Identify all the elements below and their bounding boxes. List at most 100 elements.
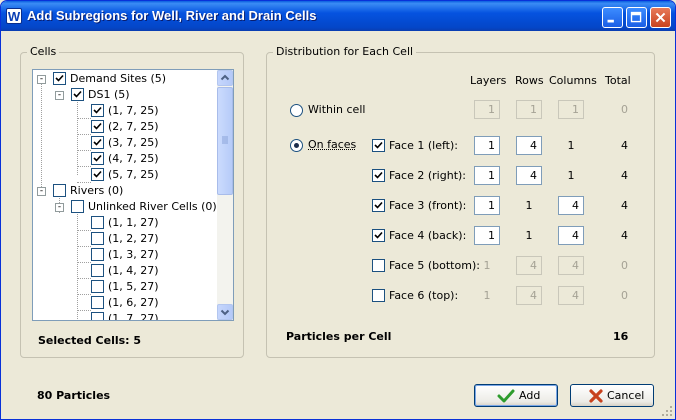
tree-node-cell[interactable]: (5, 7, 25)	[33, 167, 233, 183]
tree-node-label: Unlinked River Cells (0)	[88, 200, 217, 213]
tree-node-cell[interactable]: (3, 7, 25)	[33, 135, 233, 151]
face-5-label[interactable]: Face 5 (bottom):	[389, 259, 480, 272]
chevron-up-icon	[220, 74, 230, 81]
face-5-layers-value: 1	[483, 259, 491, 272]
on-faces-radio[interactable]	[290, 139, 303, 152]
header-layers: Layers	[470, 74, 507, 87]
collapse-icon[interactable]: -	[55, 91, 64, 100]
tree-checkbox[interactable]	[91, 312, 104, 320]
checkmark-icon	[93, 106, 102, 114]
face-5-total: 0	[621, 259, 628, 272]
tree-node-cell[interactable]: (1, 2, 27)	[33, 231, 233, 247]
collapse-icon[interactable]: -	[37, 75, 46, 84]
tree-checkbox[interactable]	[91, 264, 104, 277]
cancel-button[interactable]: Cancel	[570, 384, 654, 407]
face-2-rows-input[interactable]: 4	[516, 166, 542, 185]
within-cell-label[interactable]: Within cell	[308, 103, 365, 116]
face-6-label[interactable]: Face 6 (top):	[389, 289, 458, 302]
face-3-columns-input[interactable]: 4	[558, 196, 584, 215]
face-2-label[interactable]: Face 2 (right):	[389, 169, 466, 182]
tree-scrollbar[interactable]	[217, 70, 233, 320]
grip-icon	[222, 136, 228, 144]
checkmark-icon	[93, 154, 102, 162]
face-4-rows-value: 1	[525, 229, 533, 242]
tree-node-label: Demand Sites (5)	[70, 72, 167, 85]
face-3-label[interactable]: Face 3 (front):	[389, 199, 466, 212]
tree-node-label: (1, 7, 25)	[108, 104, 159, 117]
face-3-layers-input[interactable]: 1	[474, 196, 500, 215]
face-6-rows-input: 4	[516, 286, 542, 305]
face-2-checkbox[interactable]	[372, 169, 385, 182]
maximize-icon	[630, 11, 642, 23]
face-4-checkbox[interactable]	[372, 229, 385, 242]
face-1-layers-input[interactable]: 1	[474, 136, 500, 155]
tree-checkbox[interactable]	[91, 232, 104, 245]
tree-node-cell[interactable]: (1, 5, 27)	[33, 279, 233, 295]
tree-node-cell[interactable]: (1, 1, 27)	[33, 215, 233, 231]
face-4-columns-input[interactable]: 4	[558, 226, 584, 245]
resize-grip-icon[interactable]	[662, 406, 673, 417]
collapse-icon[interactable]: -	[55, 203, 64, 212]
face-4-label[interactable]: Face 4 (back):	[389, 229, 466, 242]
tree-node-cell[interactable]: (1, 3, 27)	[33, 247, 233, 263]
face-1-checkbox[interactable]	[372, 139, 385, 152]
tree-checkbox[interactable]	[71, 88, 84, 101]
face-3-checkbox[interactable]	[372, 199, 385, 212]
tree-checkbox[interactable]	[91, 152, 104, 165]
tree-node-cell[interactable]: (1, 6, 27)	[33, 295, 233, 311]
tree-checkbox[interactable]	[91, 168, 104, 181]
face-3-rows-value: 1	[525, 199, 533, 212]
tree-node-rivers[interactable]: - Rivers (0)	[33, 183, 233, 199]
tree-checkbox[interactable]	[91, 296, 104, 309]
checkmark-icon	[374, 201, 383, 209]
tree-checkbox[interactable]	[53, 72, 66, 85]
selected-cells-label: Selected Cells: 5	[38, 334, 142, 347]
face-2-layers-input[interactable]: 1	[474, 166, 500, 185]
checkmark-icon	[374, 171, 383, 179]
within-cell-rows-input: 1	[516, 100, 542, 119]
minimize-icon	[607, 19, 614, 23]
minimize-button[interactable]	[602, 7, 623, 28]
checkmark-icon	[374, 141, 383, 149]
tree-checkbox[interactable]	[53, 184, 66, 197]
add-button[interactable]: Add	[474, 384, 558, 407]
tree-node-demand-sites[interactable]: - Demand Sites (5)	[33, 71, 233, 87]
tree-node-label: (2, 7, 25)	[108, 120, 159, 133]
face-4-layers-input[interactable]: 1	[474, 226, 500, 245]
tree-node-cell[interactable]: (1, 7, 27)	[33, 311, 233, 320]
face-5-checkbox[interactable]	[372, 259, 385, 272]
scroll-down-button[interactable]	[217, 304, 233, 320]
tree-checkbox[interactable]	[91, 136, 104, 149]
tree-node-label: (1, 2, 27)	[108, 232, 159, 245]
tree-node-cell[interactable]: (1, 7, 25)	[33, 103, 233, 119]
tree-checkbox[interactable]	[71, 200, 84, 213]
tree-node-cell[interactable]: (4, 7, 25)	[33, 151, 233, 167]
tree-checkbox[interactable]	[91, 104, 104, 117]
on-faces-label[interactable]: On faces	[308, 138, 356, 151]
scroll-up-button[interactable]	[217, 70, 233, 86]
checkmark-icon	[93, 122, 102, 130]
tree-node-label: Rivers (0)	[70, 184, 124, 197]
distribution-group-title: Distribution for Each Cell	[273, 45, 417, 58]
tree-checkbox[interactable]	[91, 248, 104, 261]
dialog-window: W Add Subregions for Well, River and Dra…	[0, 0, 676, 420]
title-bar[interactable]: W Add Subregions for Well, River and Dra…	[1, 1, 675, 31]
within-cell-columns-input: 1	[558, 100, 584, 119]
tree-node-ds1[interactable]: - DS1 (5)	[33, 87, 233, 103]
face-1-rows-input[interactable]: 4	[516, 136, 542, 155]
close-button[interactable]	[650, 7, 671, 28]
tree-node-cell[interactable]: (2, 7, 25)	[33, 119, 233, 135]
tree-node-label: (1, 1, 27)	[108, 216, 159, 229]
face-6-checkbox[interactable]	[372, 289, 385, 302]
maximize-button[interactable]	[626, 7, 647, 28]
within-cell-radio[interactable]	[290, 104, 303, 117]
scroll-thumb[interactable]	[217, 87, 233, 195]
collapse-icon[interactable]: -	[37, 187, 46, 196]
cells-tree[interactable]: - Demand Sites (5) - DS1 (5) (1, 7, 25) …	[32, 69, 234, 321]
tree-node-unlinked-river-cells[interactable]: - Unlinked River Cells (0)	[33, 199, 233, 215]
tree-checkbox[interactable]	[91, 280, 104, 293]
tree-checkbox[interactable]	[91, 120, 104, 133]
tree-node-cell[interactable]: (1, 4, 27)	[33, 263, 233, 279]
face-1-label[interactable]: Face 1 (left):	[389, 139, 458, 152]
tree-checkbox[interactable]	[91, 216, 104, 229]
